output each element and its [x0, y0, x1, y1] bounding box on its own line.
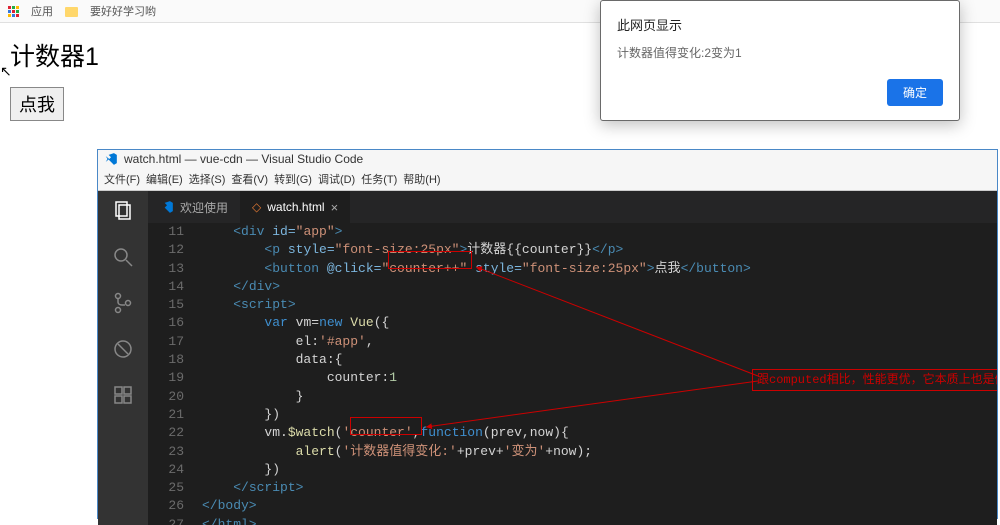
search-icon[interactable]: [111, 245, 135, 269]
menu-selection[interactable]: 选择(S): [189, 170, 226, 188]
debug-icon[interactable]: [111, 337, 135, 361]
source-control-icon[interactable]: [111, 291, 135, 315]
line-gutter: 1112131415161718192021222324252627: [148, 223, 202, 525]
window-title: watch.html — vue-cdn — Visual Studio Cod…: [124, 152, 363, 166]
tab-welcome[interactable]: 欢迎使用: [148, 191, 240, 223]
folder-icon[interactable]: [65, 7, 78, 17]
extensions-icon[interactable]: [111, 383, 135, 407]
vscode-logo-icon: [104, 152, 118, 166]
menu-view[interactable]: 查看(V): [231, 170, 268, 188]
menu-file[interactable]: 文件(F): [104, 170, 140, 188]
click-me-button[interactable]: 点我: [10, 87, 64, 121]
bookmark-folder[interactable]: 要好好学习哟: [90, 3, 156, 19]
menu-debug[interactable]: 调试(D): [318, 170, 355, 188]
browser-alert: 此网页显示 计数器值得变化:2变为1 确定: [600, 0, 960, 121]
alert-message: 计数器值得变化:2变为1: [617, 44, 943, 61]
explorer-icon[interactable]: [111, 199, 135, 223]
alert-title: 此网页显示: [617, 15, 943, 34]
menu-bar: 文件(F) 编辑(E) 选择(S) 查看(V) 转到(G) 调试(D) 任务(T…: [98, 168, 997, 191]
bookmark-apps[interactable]: 应用: [31, 3, 53, 19]
alert-ok-button[interactable]: 确定: [887, 79, 943, 106]
apps-icon[interactable]: [8, 6, 19, 17]
tab-watch-html[interactable]: ◇ watch.html ×: [240, 191, 350, 223]
annotation-text: 跟computed相比，性能更优，它本质上也是做的一层缓存: [752, 369, 997, 391]
menu-tasks[interactable]: 任务(T): [361, 170, 397, 188]
menu-go[interactable]: 转到(G): [274, 170, 312, 188]
close-icon[interactable]: ×: [331, 200, 339, 215]
menu-help[interactable]: 帮助(H): [403, 170, 440, 188]
code-editor[interactable]: <div id="app"> <p style="font-size:25px"…: [202, 223, 997, 525]
activity-bar: [98, 191, 148, 525]
vscode-logo-icon: [160, 200, 174, 214]
menu-edit[interactable]: 编辑(E): [146, 170, 183, 188]
vscode-window: watch.html — vue-cdn — Visual Studio Cod…: [97, 149, 998, 519]
